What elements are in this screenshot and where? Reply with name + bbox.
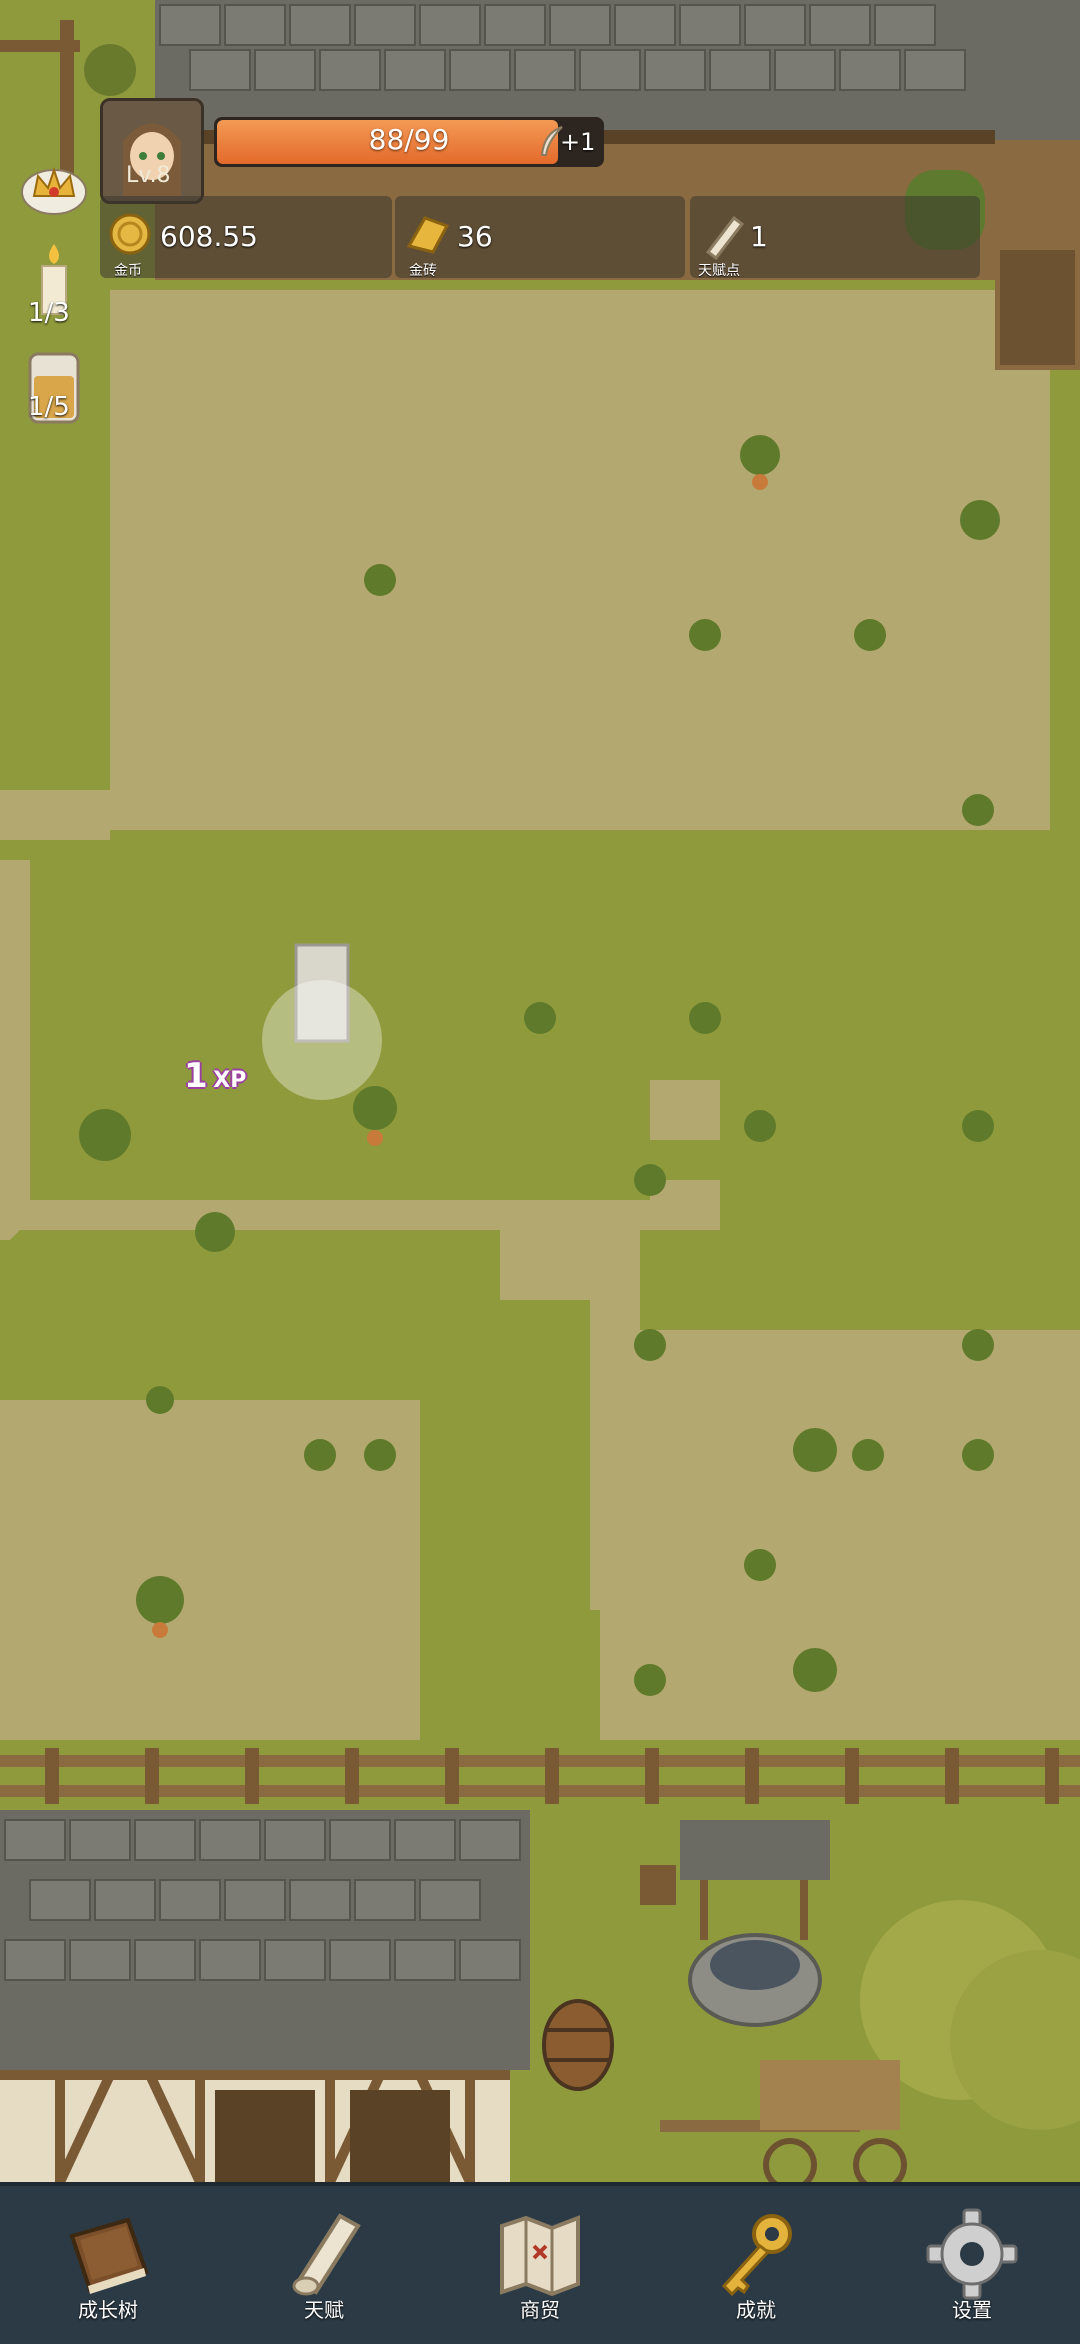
nav-talent[interactable]: 天赋 [216,2186,432,2344]
gold-coin-label: 金币 [114,263,142,279]
gear-icon [926,2208,1018,2300]
nav-settings[interactable]: 设置 [864,2186,1080,2344]
nav-achievement-label: 成就 [736,2298,776,2322]
gold-bar-label: 金砖 [409,263,437,279]
gold-coin-panel: 608.55 金币 [100,196,392,279]
scroll-icon [705,215,745,261]
gold-coin-value: 608.55 [160,220,258,253]
gold-bar-panel: 36 金砖 [395,196,685,279]
candle-count: 1/3 [28,298,70,328]
gold-bar-icon [406,216,450,254]
gold-bar-value: 36 [457,220,493,253]
xp-popup: 1 XP [184,1056,246,1096]
nav-growth-tree[interactable]: 成长树 [0,2186,216,2344]
game-world[interactable]: 1 XP [0,0,1080,2182]
scroll-icon [292,2213,361,2296]
xp-unit: XP [213,1068,247,1093]
nav-talent-label: 天赋 [304,2298,344,2322]
talent-point-value: 1 [750,220,768,253]
nav-growth-tree-label: 成长树 [78,2298,138,2322]
talent-point-panel: 1 天赋点 [690,196,980,279]
key-icon [721,2214,792,2297]
xp-amount: 1 [184,1056,208,1096]
nav-trade[interactable]: 商贸 [432,2186,648,2344]
book-icon [69,2217,149,2294]
nav-settings-label: 设置 [952,2298,992,2322]
talent-point-label: 天赋点 [698,263,740,279]
hp-regen: +1 [560,128,596,156]
bottom-nav: 成长树 天赋 商贸 成就 设置 [0,2182,1080,2344]
nav-achievement[interactable]: 成就 [648,2186,864,2344]
player-level: Lv.8 [126,163,171,188]
nav-trade-label: 商贸 [520,2298,560,2322]
farm-map[interactable] [0,0,1080,2182]
crown-icon[interactable] [18,158,90,222]
gold-coin-icon [109,213,151,255]
drink-count: 1/5 [28,392,70,422]
map-icon [500,2215,580,2297]
player-avatar[interactable] [100,98,204,204]
